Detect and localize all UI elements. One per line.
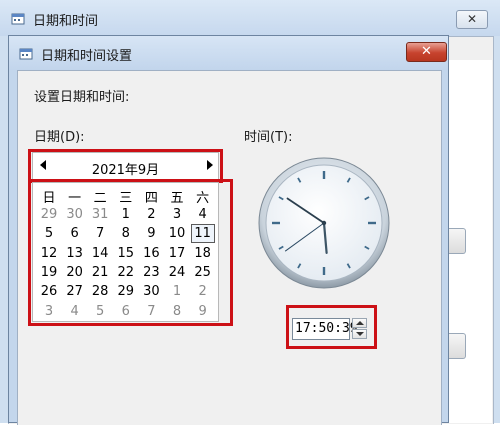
date-label: 日期(D): [34,130,85,145]
calendar-day[interactable]: 13 [63,244,87,263]
weekday-header: 四 [144,191,158,206]
time-label: 时间(T): [244,130,293,145]
weekday-header: 日 [42,191,56,206]
calendar-day[interactable]: 3 [37,302,61,321]
calendar-day[interactable]: 10 [165,224,189,243]
calendar-icon [19,48,33,60]
time-increment-button[interactable] [352,318,367,328]
outer-button-edge[interactable] [449,333,466,359]
calendar-day[interactable]: 23 [139,263,163,282]
weekday-header: 二 [93,191,107,206]
calendar-day[interactable]: 24 [165,263,189,282]
outer-button-edge[interactable] [449,228,466,254]
calendar-day[interactable]: 20 [63,263,87,282]
calendar-day-selected[interactable]: 11 [190,224,215,244]
calendar-day[interactable]: 1 [114,205,138,224]
calendar-day[interactable]: 30 [139,282,163,301]
spin-down-icon [356,332,364,336]
calendar-day[interactable]: 29 [114,282,138,301]
calendar-day[interactable]: 3 [165,205,189,224]
next-month-button[interactable] [207,160,213,170]
calendar-grid: 日一二三四五六 29 30 31 1 2 3 4 5 6 7 8 9 10 11 12 13 14 15 16 17 18… [32,182,219,322]
calendar-day[interactable]: 31 [88,205,112,224]
calendar-day[interactable]: 7 [139,302,163,321]
dialog-close-button[interactable]: ✕ [406,42,447,62]
calendar-month-header: 2021年9月 [32,152,219,180]
weekday-header: 五 [170,191,184,206]
calendar-day[interactable]: 6 [63,224,87,243]
calendar-day[interactable]: 15 [114,244,138,263]
outer-title-bar: 日期和时间 ✕ [0,0,500,36]
calendar-day[interactable]: 4 [63,302,87,321]
calendar-day[interactable]: 18 [191,244,215,263]
calendar-day[interactable]: 12 [37,244,61,263]
calendar-day[interactable]: 4 [191,205,215,224]
outer-close-button[interactable]: ✕ [456,10,488,29]
calendar-day[interactable]: 9 [191,302,215,321]
calendar-day[interactable]: 28 [88,282,112,301]
calendar-day[interactable]: 25 [191,263,215,282]
calendar-day[interactable]: 8 [165,302,189,321]
outer-window-title: 日期和时间 [33,14,99,29]
calendar-month-title[interactable]: 2021年9月 [33,159,218,178]
dialog-title-bar: 日期和时间设置 ✕ [9,36,448,70]
calendar-icon [11,13,25,25]
instruction-text: 设置日期和时间: [34,90,130,105]
dialog-title: 日期和时间设置 [41,49,133,64]
weekday-header: 三 [119,191,133,206]
calendar-day[interactable]: 22 [114,263,138,282]
spin-up-icon [356,321,364,325]
calendar-day[interactable]: 2 [139,205,163,224]
calendar-day[interactable]: 19 [37,263,61,282]
calendar-day[interactable]: 1 [165,282,189,301]
weekday-header: 六 [196,191,210,206]
calendar-day[interactable]: 27 [63,282,87,301]
analog-clock [258,157,390,289]
calendar-day[interactable]: 14 [88,244,112,263]
weekday-header: 一 [68,191,82,206]
calendar-day[interactable]: 30 [63,205,87,224]
calendar-day[interactable]: 5 [88,302,112,321]
calendar-day[interactable]: 29 [37,205,61,224]
time-decrement-button[interactable] [352,329,367,339]
calendar-day[interactable]: 9 [139,224,163,243]
calendar-day[interactable]: 5 [37,224,61,243]
calendar-day[interactable]: 16 [139,244,163,263]
calendar-day[interactable]: 21 [88,263,112,282]
calendar-day[interactable]: 17 [165,244,189,263]
calendar-day[interactable]: 26 [37,282,61,301]
calendar-day[interactable]: 2 [191,282,215,301]
calendar-day[interactable]: 6 [114,302,138,321]
calendar-day[interactable]: 8 [114,224,138,243]
calendar-day[interactable]: 7 [88,224,112,243]
time-input[interactable]: 17:50:39 [292,318,358,340]
